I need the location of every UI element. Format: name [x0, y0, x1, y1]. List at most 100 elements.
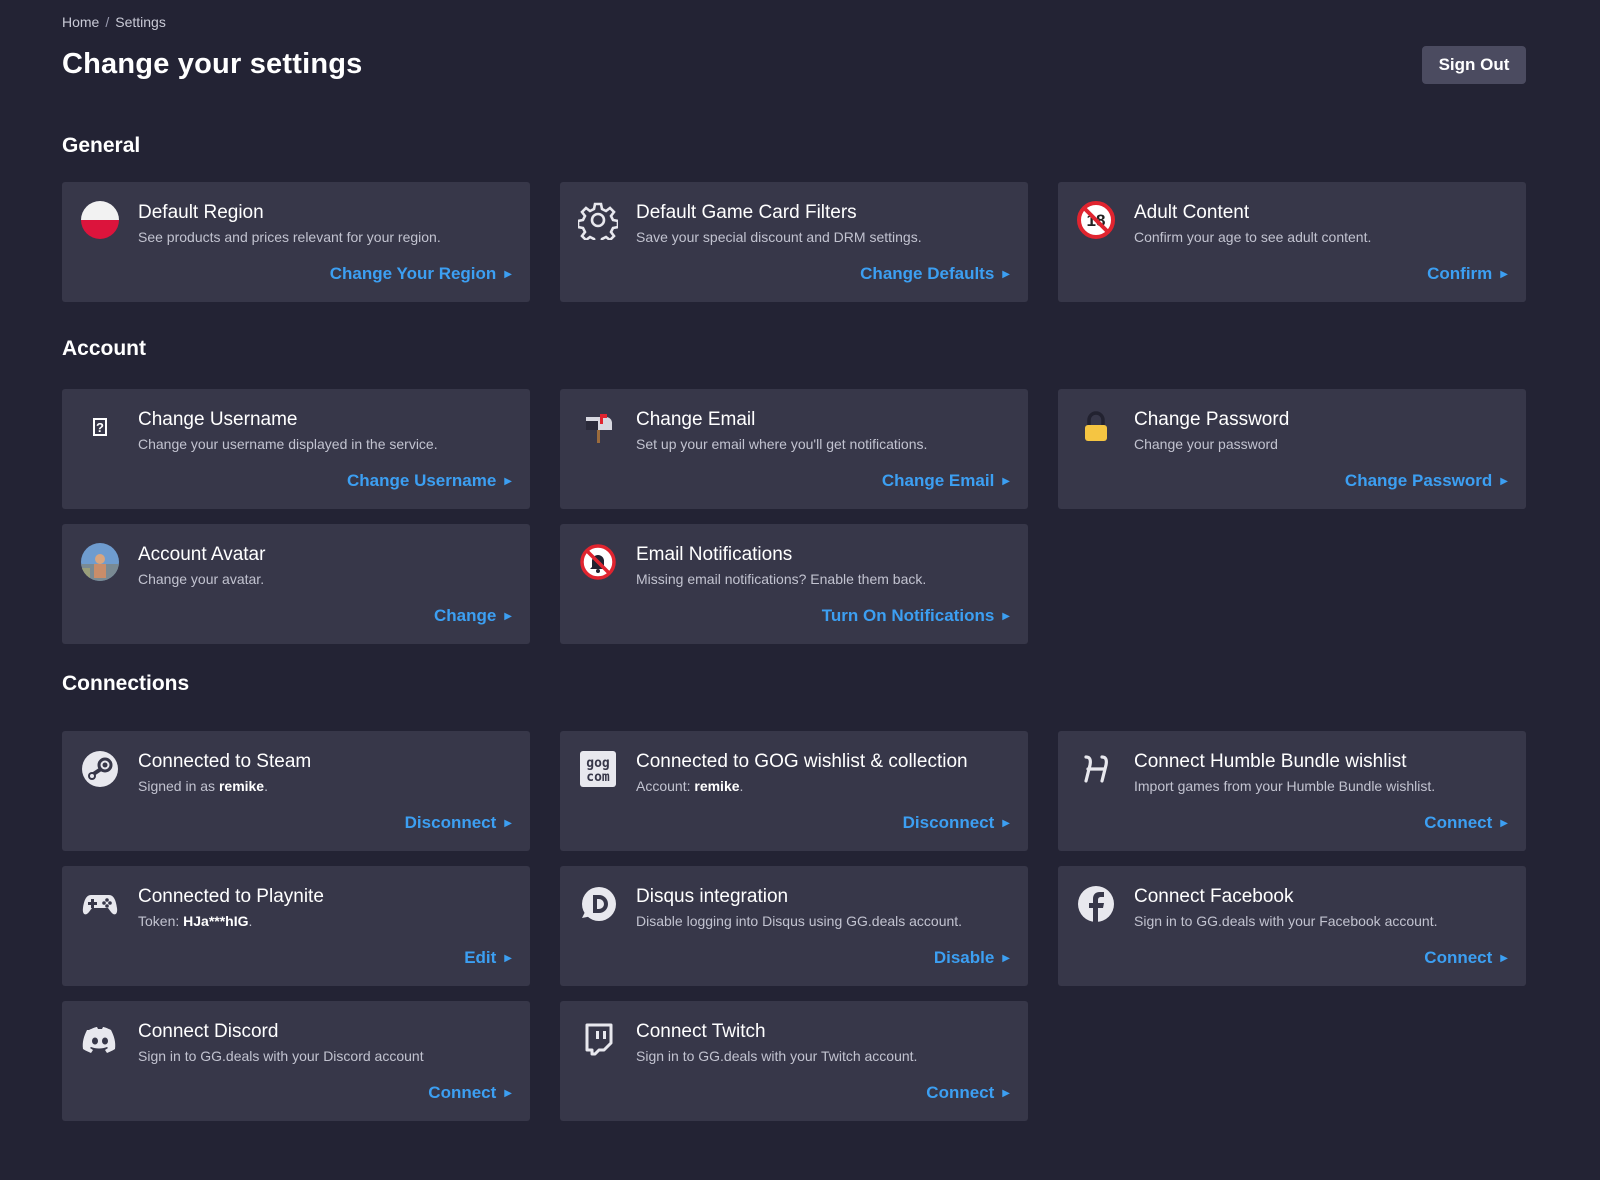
card-description: Sign in to GG.deals with your Facebook a…	[1134, 913, 1438, 929]
change-defaults-link[interactable]: Change Defaults ▶	[860, 264, 1010, 284]
card-steam: Connected to Steam Signed in as remike. …	[62, 731, 530, 851]
connect-twitch-link[interactable]: Connect ▶	[926, 1083, 1010, 1103]
edit-playnite-link[interactable]: Edit ▶	[464, 948, 512, 968]
action-label: Disable	[933, 948, 995, 967]
card-title: Disqus integration	[636, 886, 789, 907]
playnite-token: HJa***hIG	[183, 913, 249, 929]
card-title: Adult Content	[1134, 202, 1250, 223]
card-description: Sign in to GG.deals with your Discord ac…	[138, 1048, 424, 1064]
section-title-connections: Connections	[62, 672, 190, 695]
card-description: Account: remike.	[636, 778, 743, 794]
sign-out-button[interactable]: Sign Out	[1422, 46, 1526, 84]
desc-prefix: Signed in as	[138, 778, 219, 794]
change-password-link[interactable]: Change Password ▶	[1345, 471, 1508, 491]
card-description: Set up your email where you'll get notif…	[636, 436, 928, 452]
change-email-link[interactable]: Change Email ▶	[882, 471, 1010, 491]
general-grid: Default Region See products and prices r…	[62, 182, 1526, 302]
connect-humble-link[interactable]: Connect ▶	[1424, 813, 1508, 833]
action-label: Turn On Notifications	[821, 606, 995, 625]
caret-right-icon: ▶	[504, 953, 512, 964]
card-title: Email Notifications	[636, 544, 793, 565]
change-region-link[interactable]: Change Your Region ▶	[330, 264, 512, 284]
account-grid: ? Change Username Change your username d…	[62, 389, 1526, 644]
connections-grid: Connected to Steam Signed in as remike. …	[62, 731, 1526, 1121]
card-title: Connect Humble Bundle wishlist	[1134, 751, 1407, 772]
action-label: Edit	[464, 948, 497, 967]
change-username-link[interactable]: Change Username ▶	[347, 471, 512, 491]
section-title-account: Account	[62, 337, 146, 360]
card-title: Connected to Playnite	[138, 886, 324, 907]
action-label: Change	[433, 606, 497, 625]
gear-icon	[578, 200, 618, 240]
caret-right-icon: ▶	[1500, 269, 1508, 280]
svg-text:gog: gog	[586, 756, 609, 771]
caret-right-icon: ▶	[1002, 1088, 1010, 1099]
card-title: Connect Twitch	[636, 1021, 766, 1042]
action-label: Change Username	[347, 471, 497, 490]
card-description: Confirm your age to see adult content.	[1134, 229, 1372, 245]
action-label: Change Password	[1344, 471, 1493, 490]
disconnect-steam-link[interactable]: Disconnect ▶	[405, 813, 512, 833]
card-adult-content: 18 Adult Content Confirm your age to see…	[1058, 182, 1526, 302]
breadcrumb-separator: /	[105, 14, 110, 30]
gog-icon: gog com	[578, 749, 618, 789]
disable-disqus-link[interactable]: Disable ▶	[934, 948, 1010, 968]
svg-text:com: com	[586, 770, 610, 785]
disqus-icon	[578, 884, 618, 924]
card-title: Connect Facebook	[1134, 886, 1294, 907]
confirm-age-link[interactable]: Confirm ▶	[1427, 264, 1508, 284]
connect-facebook-link[interactable]: Connect ▶	[1424, 948, 1508, 968]
card-description: Sign in to GG.deals with your Twitch acc…	[636, 1048, 918, 1064]
action-label: Change Defaults	[860, 264, 995, 283]
card-description: Change your avatar.	[138, 571, 265, 587]
caret-right-icon: ▶	[1500, 818, 1508, 829]
card-change-username: ? Change Username Change your username d…	[62, 389, 530, 509]
caret-right-icon: ▶	[1002, 818, 1010, 829]
card-title: Change Email	[636, 409, 756, 430]
desc-suffix: .	[248, 913, 253, 929]
avatar-icon	[80, 542, 120, 582]
caret-right-icon: ▶	[1002, 476, 1010, 487]
card-facebook: Connect Facebook Sign in to GG.deals wit…	[1058, 866, 1526, 986]
padlock-icon	[1076, 407, 1116, 447]
caret-right-icon: ▶	[1500, 476, 1508, 487]
card-humble-bundle: Connect Humble Bundle wishlist Import ga…	[1058, 731, 1526, 851]
action-label: Confirm	[1427, 264, 1493, 283]
caret-right-icon: ▶	[504, 1088, 512, 1099]
action-label: Disconnect	[902, 813, 995, 832]
humble-bundle-icon	[1076, 749, 1116, 789]
action-label: Change Email	[881, 471, 995, 490]
caret-right-icon: ▶	[504, 476, 512, 487]
card-title: Default Region	[138, 202, 264, 223]
no-bell-icon	[578, 542, 618, 582]
caret-right-icon: ▶	[504, 269, 512, 280]
poland-flag-icon	[80, 200, 120, 240]
connect-discord-link[interactable]: Connect ▶	[428, 1083, 512, 1103]
change-avatar-link[interactable]: Change ▶	[434, 606, 512, 626]
card-description: Token: HJa***hIG.	[138, 913, 252, 929]
card-discord: Connect Discord Sign in to GG.deals with…	[62, 1001, 530, 1121]
question-mark-icon: ?	[80, 407, 120, 447]
card-account-avatar: Account Avatar Change your avatar. Chang…	[62, 524, 530, 644]
section-title-general: General	[62, 134, 141, 157]
card-default-region: Default Region See products and prices r…	[62, 182, 530, 302]
action-label: Connect	[1424, 813, 1493, 832]
card-change-email: Change Email Set up your email where you…	[560, 389, 1028, 509]
card-gog: gog com Connected to GOG wishlist & colle…	[560, 731, 1028, 851]
caret-right-icon: ▶	[1500, 953, 1508, 964]
card-description: Disable logging into Disqus using GG.dea…	[636, 913, 963, 929]
card-description: Change your username displayed in the se…	[138, 436, 438, 452]
action-label: Connect	[1424, 948, 1493, 967]
caret-right-icon: ▶	[1002, 269, 1010, 280]
action-label: Connect	[428, 1083, 497, 1102]
action-label: Disconnect	[404, 813, 497, 832]
caret-right-icon: ▶	[1002, 953, 1010, 964]
breadcrumb-home[interactable]: Home	[62, 14, 99, 30]
disconnect-gog-link[interactable]: Disconnect ▶	[903, 813, 1010, 833]
card-change-password: Change Password Change your password Cha…	[1058, 389, 1526, 509]
card-playnite: Connected to Playnite Token: HJa***hIG. …	[62, 866, 530, 986]
steam-icon	[80, 749, 120, 789]
turn-on-notifications-link[interactable]: Turn On Notifications ▶	[822, 606, 1010, 626]
facebook-icon	[1076, 884, 1116, 924]
card-description: Missing email notifications? Enable them…	[636, 571, 927, 587]
